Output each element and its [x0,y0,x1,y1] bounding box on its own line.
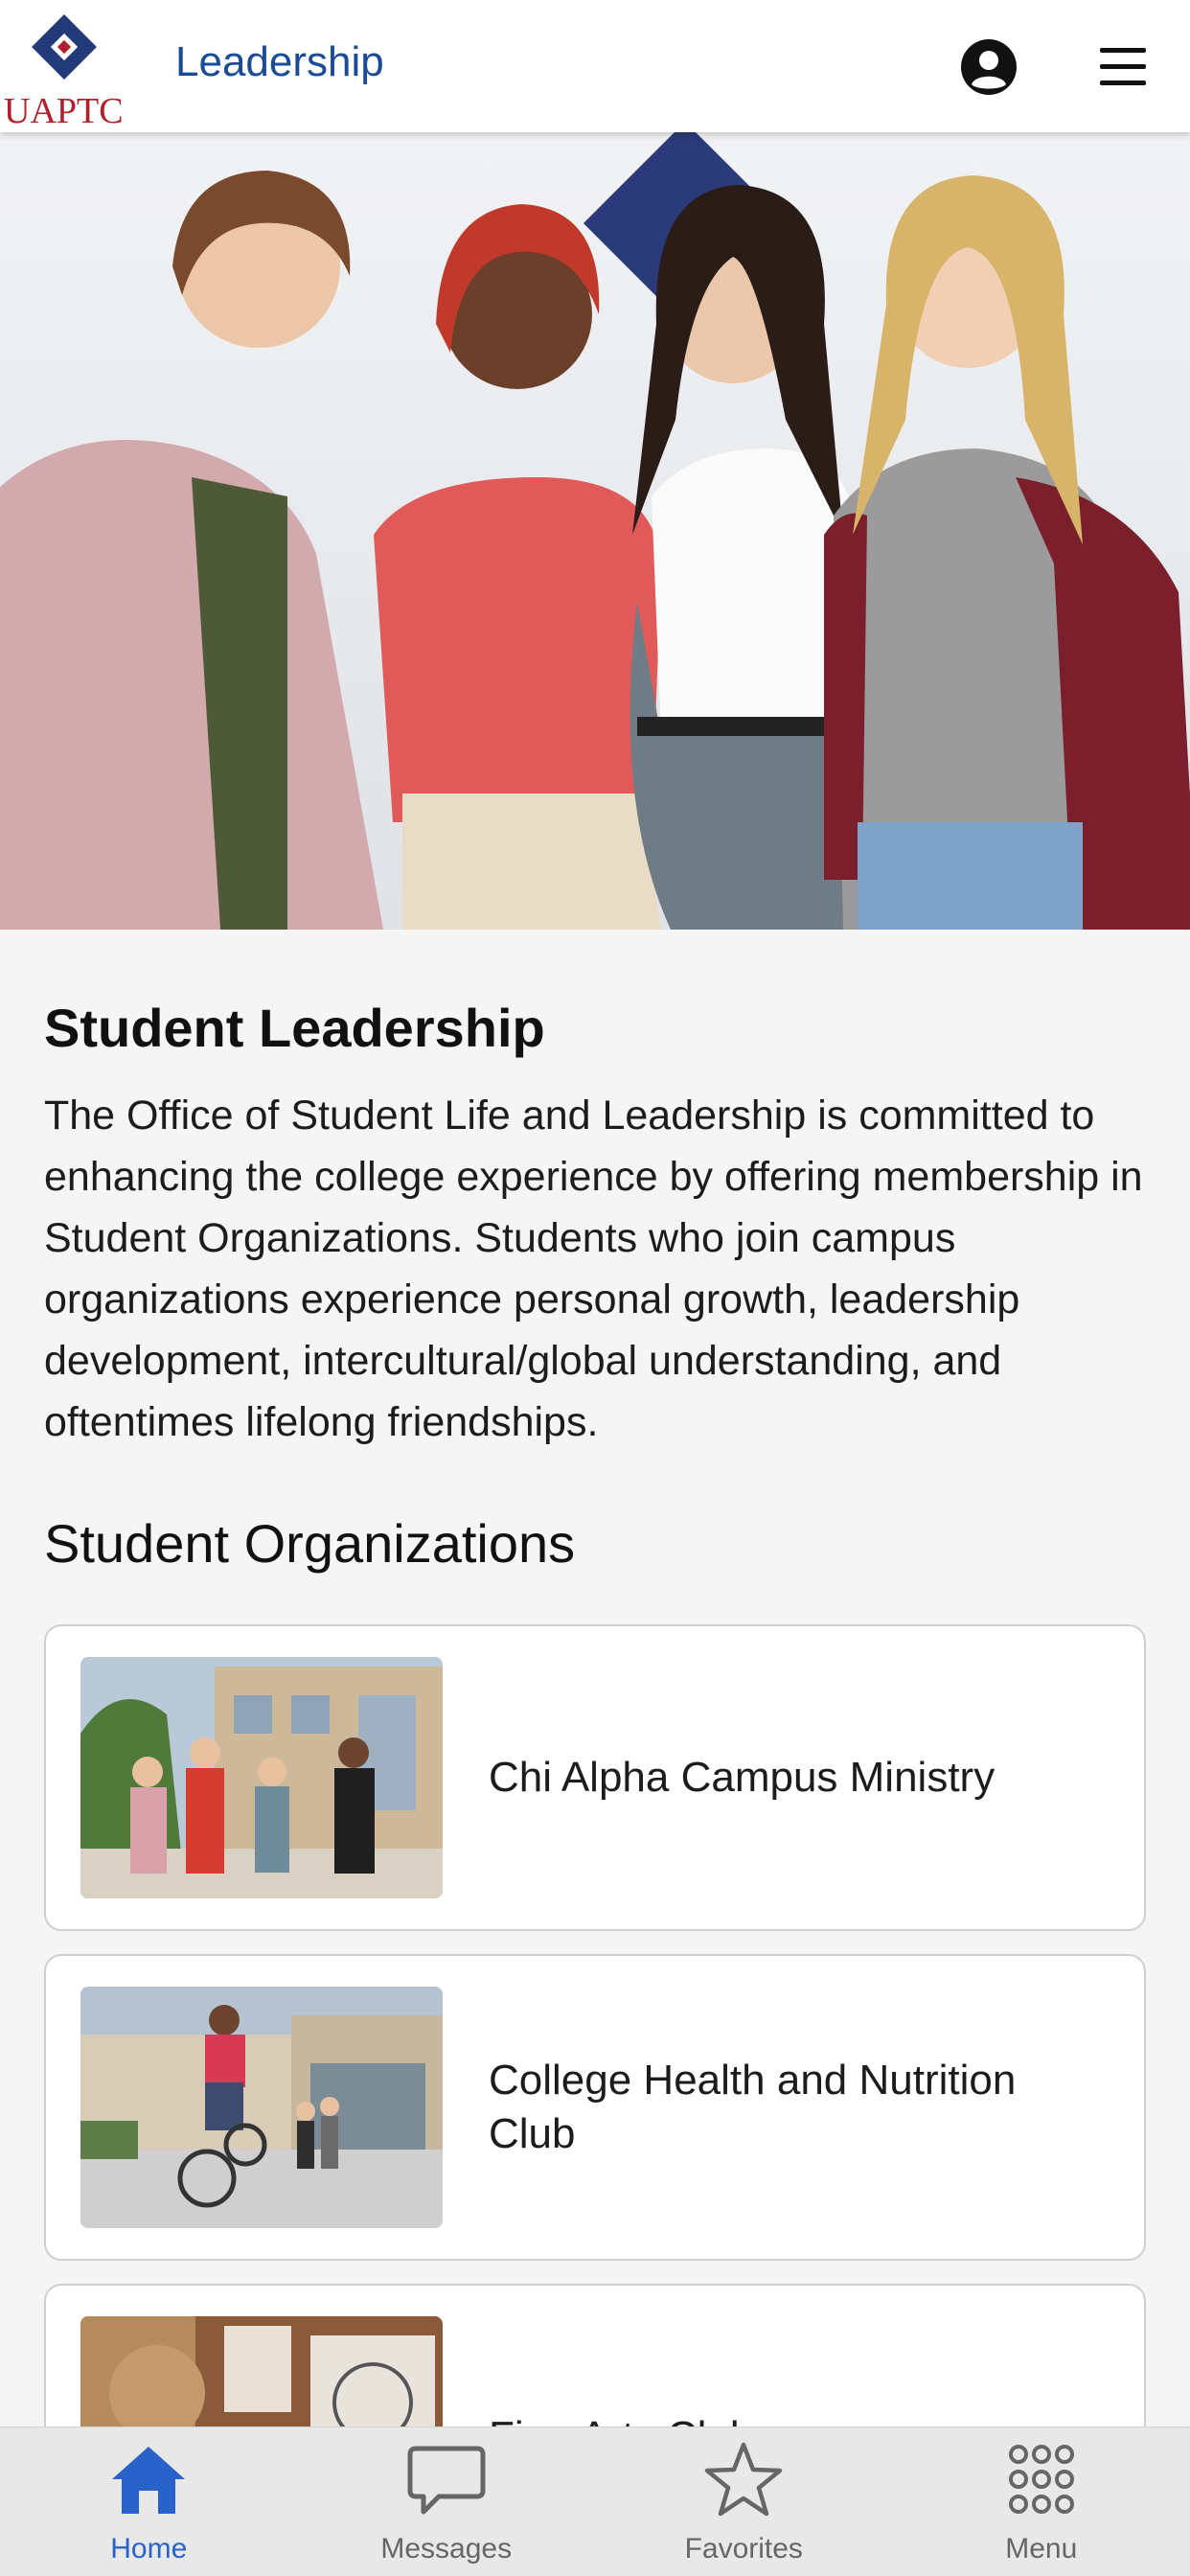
org-name: College Health and Nutrition Club [489,2057,1017,2157]
tab-home[interactable]: Home [0,2427,298,2576]
org-card-health-nutrition[interactable]: College Health and Nutrition Club [44,1954,1146,2261]
account-button[interactable] [958,36,1019,98]
chat-bubble-icon [407,2446,486,2515]
organizations-heading: Student Organizations [44,1513,576,1574]
org-photo-student-cycling [80,1987,443,2228]
app-header: UAPTC Leadership [0,0,1190,132]
screen: UAPTC Leadership Student Leadership The … [0,0,1190,2576]
tab-label: Home [110,2533,188,2564]
logo-diamond-icon [32,14,97,80]
intro-paragraph: The Office of Student Life and Leadershi… [44,1092,1143,1445]
hamburger-menu-icon [1100,48,1146,85]
uaptc-logo[interactable]: UAPTC [0,0,134,132]
org-photo-students-walking [80,1657,443,1898]
star-icon [705,2442,783,2517]
org-card-chi-alpha[interactable]: Chi Alpha Campus Ministry [44,1624,1146,1931]
logo-text: UAPTC [4,91,124,131]
tab-label: Menu [1005,2533,1078,2564]
tab-label: Messages [380,2533,513,2564]
org-thumbnail [80,1987,443,2228]
org-thumbnail [80,1657,443,1898]
hamburger-menu-button[interactable] [1094,40,1152,94]
bottom-tab-bar: Home Messages Favorites Menu [0,2426,1190,2576]
group-photo-illustration [0,132,1190,930]
tab-favorites[interactable]: Favorites [595,2427,893,2576]
account-circle-icon [961,39,1017,95]
tab-messages[interactable]: Messages [298,2427,596,2576]
org-name: Chi Alpha Campus Ministry [489,1754,995,1801]
home-icon [112,2447,186,2514]
hero-image [0,132,1190,930]
tab-menu[interactable]: Menu [893,2427,1190,2576]
grid-dots-icon [1008,2445,1074,2514]
section-title: Student Leadership [44,998,545,1058]
tab-label: Favorites [684,2533,803,2564]
page-title: Leadership [175,38,384,85]
